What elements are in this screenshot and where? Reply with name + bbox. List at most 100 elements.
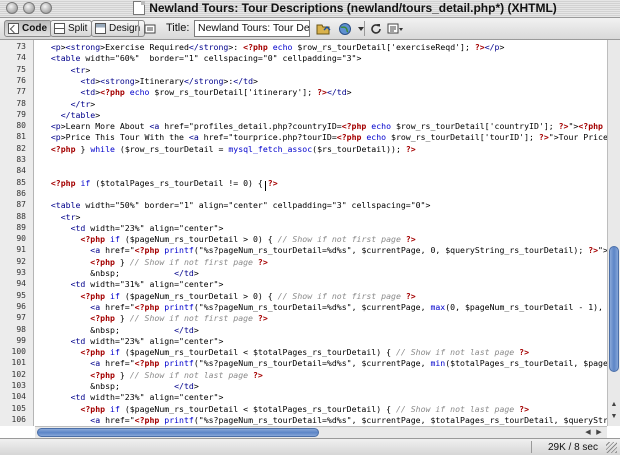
code-line[interactable]: <td width="23%" align="center"> <box>41 391 224 403</box>
line-number: 98 <box>16 324 26 334</box>
line-number: 91 <box>16 245 26 255</box>
code-line[interactable]: </table> <box>41 109 100 121</box>
line-number: 81 <box>16 132 26 142</box>
line-number: 73 <box>16 42 26 51</box>
code-line[interactable]: <a href="<?php printf("%s?pageNum_rs_tou… <box>41 357 607 369</box>
code-line[interactable]: &nbsp; </td> <box>41 324 198 336</box>
window-controls <box>6 2 52 14</box>
window-titlebar[interactable]: Newland Tours: Tour Descriptions (newlan… <box>0 0 620 18</box>
code-line[interactable]: <a href="<?php printf("%s?pageNum_rs_tou… <box>41 301 607 313</box>
code-line[interactable]: <p>Price This Tour With the <a href="tou… <box>41 131 607 143</box>
scroll-up-arrow-icon[interactable]: ▲ <box>609 400 619 410</box>
code-line[interactable]: <?php } // Show if not first page ?> <box>41 256 267 268</box>
minimize-window-button[interactable] <box>23 2 35 14</box>
toolbar-divider <box>138 21 139 36</box>
split-view-button[interactable]: Split <box>50 20 93 37</box>
code-line[interactable]: <?php } // Show if not last page ?> <box>41 369 263 381</box>
line-number: 90 <box>16 234 26 244</box>
code-view-icon <box>8 23 19 34</box>
line-number: 78 <box>16 98 26 108</box>
line-number: 93 <box>16 268 26 277</box>
code-view-label: Code <box>22 23 47 34</box>
line-number-gutter: 73 74 75 76 77 78 79 80 81 82 83 84 85 86 87 88 89 90 91 92… <box>0 40 34 426</box>
code-line[interactable]: <?php if ($pageNum_rs_tourDetail > 0) { … <box>41 290 415 302</box>
line-number: 87 <box>16 200 26 210</box>
code-line[interactable]: <td><?php echo $row_rs_tourDetail['itine… <box>41 86 351 98</box>
download-size-time: 29K / 8 sec <box>547 442 598 453</box>
options-icon[interactable] <box>386 20 404 37</box>
split-view-label: Split <box>68 23 88 34</box>
line-number: 102 <box>11 369 26 379</box>
line-number: 105 <box>11 403 26 413</box>
code-line[interactable]: <p>Learn More About <a href="profiles_de… <box>41 120 607 132</box>
toolbar-options-icon[interactable] <box>142 20 160 37</box>
window-title-wrap: Newland Tours: Tour Descriptions (newlan… <box>70 1 620 15</box>
code-line[interactable]: <td width="31%" align="center"> <box>41 278 224 290</box>
code-line[interactable]: </tr> <box>41 98 96 110</box>
refresh-icon[interactable] <box>367 20 385 37</box>
code-line[interactable]: <?php if ($pageNum_rs_tourDetail < $tota… <box>41 403 529 415</box>
line-number: 76 <box>16 75 26 85</box>
vertical-scroll-thumb[interactable] <box>609 246 619 372</box>
close-window-button[interactable] <box>6 2 18 14</box>
line-number: 83 <box>16 155 26 164</box>
file-management-icon[interactable] <box>314 20 332 37</box>
line-number: 94 <box>16 279 26 289</box>
line-number: 101 <box>11 358 26 368</box>
code-line[interactable]: &nbsp; </td> <box>41 380 198 392</box>
line-number: 95 <box>16 290 26 300</box>
line-number: 77 <box>16 87 26 97</box>
scroll-right-arrow-icon[interactable]: ▶ <box>594 427 604 438</box>
code-line[interactable]: <?php if ($pageNum_rs_tourDetail < $tota… <box>41 346 529 358</box>
line-number: 84 <box>16 166 26 176</box>
line-number: 89 <box>16 222 26 232</box>
page-title-input[interactable]: Newland Tours: Tour Descripti <box>194 20 310 37</box>
line-number: 80 <box>16 121 26 131</box>
line-number: 82 <box>16 143 26 153</box>
status-divider <box>531 441 532 453</box>
line-number: 96 <box>16 301 26 311</box>
design-view-icon <box>95 23 106 34</box>
code-line[interactable]: <?php } // Show if not first page ?> <box>41 312 267 324</box>
line-number: 92 <box>16 256 26 266</box>
code-line[interactable]: <a href="<?php printf("%s?pageNum_rs_tou… <box>41 244 607 256</box>
code-line[interactable]: <a href="<?php printf("%s?pageNum_rs_tou… <box>41 414 607 426</box>
line-number: 86 <box>16 188 26 198</box>
code-line[interactable]: <tr> <box>41 64 91 76</box>
scroll-down-arrow-icon[interactable]: ▼ <box>609 412 619 422</box>
code-line[interactable]: <table width="60%" border="1" cellspacin… <box>41 52 362 64</box>
design-view-label: Design <box>109 23 141 34</box>
line-number: 74 <box>16 53 26 63</box>
toolbar-divider <box>364 21 365 36</box>
line-number: 99 <box>16 335 26 345</box>
code-view-button[interactable]: Code <box>4 20 52 37</box>
document-toolbar: Code Split Design Title: Newland Tours: … <box>0 18 620 40</box>
line-number: 88 <box>16 211 26 221</box>
status-bar: 29K / 8 sec <box>0 438 620 455</box>
code-line[interactable]: <td><strong>Itinerary</strong>:</td> <box>41 75 258 87</box>
horizontal-scroll-thumb[interactable] <box>37 428 319 437</box>
horizontal-scrollbar[interactable]: ◀ ▶ <box>35 426 607 438</box>
code-editor[interactable]: <p><strong>Exercise Required</strong>: <… <box>35 40 607 426</box>
code-line[interactable]: <?php if ($pageNum_rs_tourDetail > 0) { … <box>41 233 415 245</box>
line-number: 100 <box>11 347 26 357</box>
line-number: 97 <box>16 313 26 323</box>
code-line[interactable]: &nbsp; </td> <box>41 267 198 279</box>
vertical-scrollbar[interactable]: ▲ ▼ <box>607 40 620 426</box>
window-title: Newland Tours: Tour Descriptions (newlan… <box>149 1 557 15</box>
code-line[interactable]: <tr> <box>41 211 81 223</box>
code-line[interactable]: <?php if ($totalPages_rs_tourDetail != 0… <box>41 177 278 189</box>
split-view-icon <box>54 23 65 34</box>
title-field-label: Title: <box>166 22 190 34</box>
line-number: 79 <box>16 109 26 119</box>
zoom-window-button[interactable] <box>40 2 52 14</box>
code-line[interactable]: <p><strong>Exercise Required</strong>: <… <box>41 41 505 53</box>
line-number: 104 <box>11 392 26 402</box>
scroll-left-arrow-icon[interactable]: ◀ <box>583 427 593 438</box>
line-number: 103 <box>11 381 26 390</box>
code-line[interactable]: <td width="23%" align="center"> <box>41 222 224 234</box>
resize-grip-icon[interactable] <box>606 442 617 453</box>
code-line[interactable]: <table width="50%" border="1" align="cen… <box>41 199 431 211</box>
code-line[interactable]: <?php } while ($row_rs_tourDetail = mysq… <box>41 143 416 155</box>
code-line[interactable]: <td width="23%" align="center"> <box>41 335 224 347</box>
